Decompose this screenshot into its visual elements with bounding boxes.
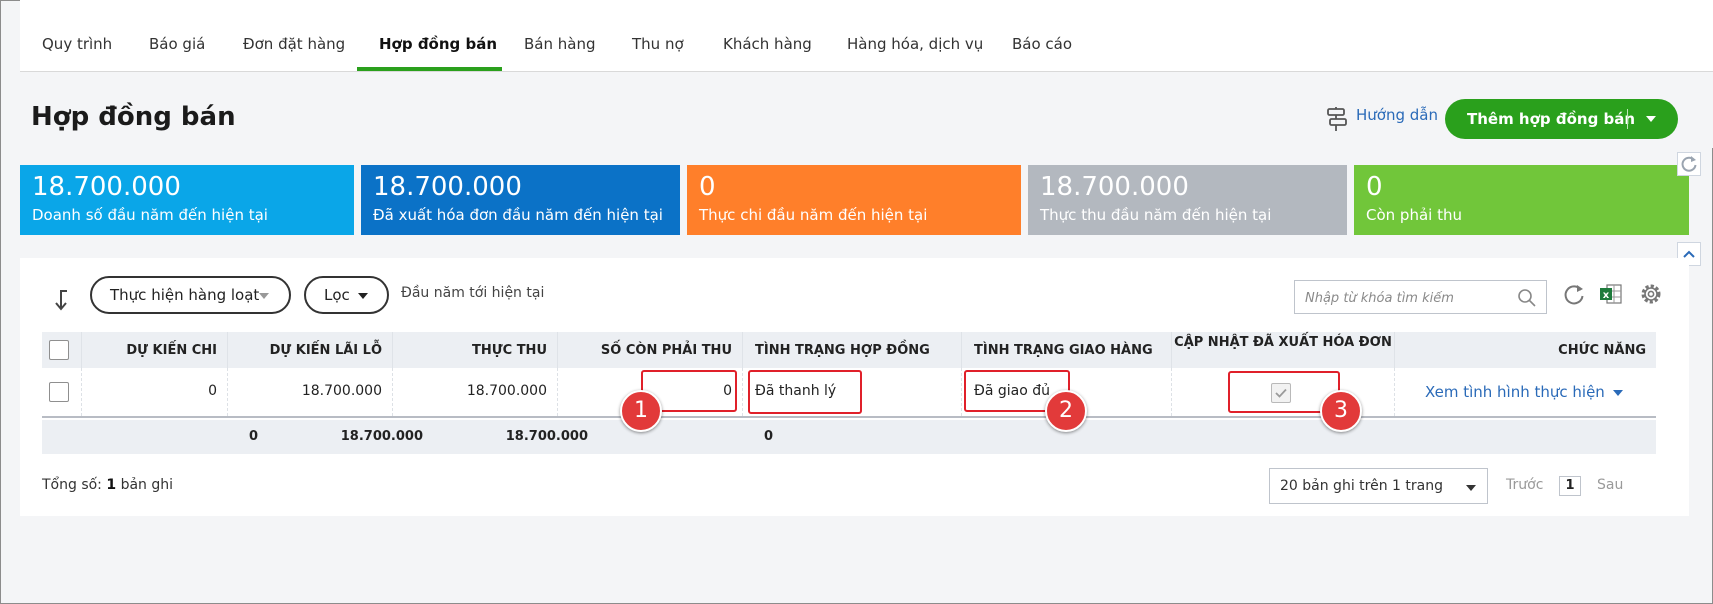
row-checkbox[interactable] <box>49 382 69 402</box>
annotation-box-2 <box>748 370 862 414</box>
tab-ban-hang[interactable]: Bán hàng <box>524 0 595 72</box>
card-label: Thực chi đầu năm đến hiện tại <box>699 206 928 224</box>
add-contract-button[interactable]: Thêm hợp đồng bán <box>1445 99 1678 139</box>
total-du-kien-chi: 0 <box>248 429 258 444</box>
column-header[interactable]: TÌNH TRẠNG GIAO HÀNG <box>962 332 1172 368</box>
chevron-down-icon <box>1466 485 1476 491</box>
tab-bao-cao[interactable]: Báo cáo <box>1012 0 1072 72</box>
gear-icon[interactable] <box>1638 281 1664 307</box>
tab-quy-trinh[interactable]: Quy trình <box>42 0 112 72</box>
column-header[interactable]: CẬP NHẬT ĐÃ XUẤT HÓA ĐƠN <box>1172 332 1395 368</box>
current-page-button[interactable]: 1 <box>1559 476 1581 496</box>
search-box[interactable] <box>1294 280 1547 314</box>
card-label: Doanh số đầu năm đến hiện tại <box>32 206 268 224</box>
annotation-badge-3: 3 <box>1320 390 1362 432</box>
column-header[interactable]: CHỨC NĂNG <box>1395 332 1656 368</box>
refresh-icon[interactable] <box>1561 281 1587 307</box>
prev-page-button[interactable]: Trước <box>1506 477 1543 493</box>
tab-thu-no[interactable]: Thu nợ <box>632 0 684 72</box>
card-con-phai-thu: 0 Còn phải thu <box>1354 165 1689 235</box>
active-tab-indicator <box>357 67 502 71</box>
total-du-kien-lai-lo: 18.700.000 <box>340 429 423 444</box>
record-count: Tổng số: 1 bản ghi <box>42 477 174 493</box>
card-value: 18.700.000 <box>373 172 522 202</box>
card-label: Thực thu đầu năm đến hiện tại <box>1040 206 1272 224</box>
card-da-xuat-hoa-don: 18.700.000 Đã xuất hóa đơn đầu năm đến h… <box>361 165 680 235</box>
column-header[interactable]: TÌNH TRẠNG HỢP ĐỒNG <box>743 332 962 368</box>
total-so-con-phai-thu: 0 <box>763 429 773 444</box>
cell-thuc-thu: 18.700.000 <box>393 368 558 416</box>
row-select-cell <box>42 368 82 416</box>
signpost-icon[interactable] <box>1325 106 1349 132</box>
refresh-icon <box>1681 156 1697 172</box>
tab-hop-dong-ban[interactable]: Hợp đồng bán <box>379 0 497 72</box>
sort-icon[interactable] <box>53 288 75 312</box>
card-value: 18.700.000 <box>1040 172 1189 202</box>
tab-bao-gia[interactable]: Báo giá <box>149 0 205 72</box>
guide-link[interactable]: Hướng dẫn <box>1356 106 1438 124</box>
total-thuc-thu: 18.700.000 <box>505 429 588 444</box>
next-page-button[interactable]: Sau <box>1597 477 1623 493</box>
annotation-badge-2: 2 <box>1045 390 1087 432</box>
svg-text:x: x <box>1603 290 1610 301</box>
excel-export-icon[interactable]: x <box>1598 281 1624 307</box>
chevron-down-icon[interactable] <box>1613 390 1623 396</box>
column-header[interactable]: DỰ KIẾN CHI <box>82 332 228 368</box>
chevron-down-icon <box>358 293 368 299</box>
chevron-down-icon <box>259 293 269 299</box>
card-thuc-thu: 18.700.000 Thực thu đầu năm đến hiện tại <box>1028 165 1347 235</box>
tab-khach-hang[interactable]: Khách hàng <box>723 0 812 72</box>
filter-label: Lọc <box>324 286 350 304</box>
cell-du-kien-chi: 0 <box>82 368 228 416</box>
card-label: Đã xuất hóa đơn đầu năm đến hiện tại <box>373 206 663 224</box>
column-header[interactable]: DỰ KIẾN LÃI LỖ <box>228 332 393 368</box>
button-divider <box>1627 109 1628 129</box>
table-totals-row: 0 18.700.000 18.700.000 0 <box>42 420 1656 454</box>
period-label: Đầu năm tới hiện tại <box>401 285 545 301</box>
chevron-down-icon[interactable] <box>1646 116 1656 122</box>
page-size-select[interactable]: 20 bản ghi trên 1 trang <box>1269 468 1488 504</box>
refresh-cards-button[interactable] <box>1677 152 1701 176</box>
card-value: 18.700.000 <box>32 172 181 202</box>
page-size-label: 20 bản ghi trên 1 trang <box>1280 478 1443 494</box>
add-contract-label: Thêm hợp đồng bán <box>1467 110 1636 128</box>
tab-hang-hoa-dich-vu[interactable]: Hàng hóa, dịch vụ <box>847 0 983 72</box>
tab-don-dat-hang[interactable]: Đơn đặt hàng <box>243 0 345 72</box>
bulk-action-dropdown[interactable]: Thực hiện hàng loạt <box>90 276 291 314</box>
card-label: Còn phải thu <box>1366 206 1462 224</box>
card-value: 0 <box>1366 172 1383 202</box>
view-progress-link[interactable]: Xem tình hình thực hiện <box>1425 383 1605 401</box>
bulk-action-label: Thực hiện hàng loạt <box>110 286 260 304</box>
table-header: DỰ KIẾN CHI DỰ KIẾN LÃI LỖ THỰC THU SỐ C… <box>42 332 1656 368</box>
search-input[interactable] <box>1305 287 1505 309</box>
select-all-checkbox[interactable] <box>49 340 69 360</box>
select-all-cell <box>42 332 82 368</box>
card-doanh-so: 18.700.000 Doanh số đầu năm đến hiện tại <box>20 165 354 235</box>
page-title: Hợp đồng bán <box>31 102 236 132</box>
cell-du-kien-lai-lo: 18.700.000 <box>228 368 393 416</box>
column-header[interactable]: SỐ CÒN PHẢI THU <box>558 332 743 368</box>
filter-dropdown[interactable]: Lọc <box>304 276 389 314</box>
column-header[interactable]: THỰC THU <box>393 332 558 368</box>
search-icon[interactable] <box>1517 288 1537 308</box>
card-value: 0 <box>699 172 716 202</box>
card-thuc-chi: 0 Thực chi đầu năm đến hiện tại <box>687 165 1021 235</box>
annotation-badge-1: 1 <box>620 390 662 432</box>
